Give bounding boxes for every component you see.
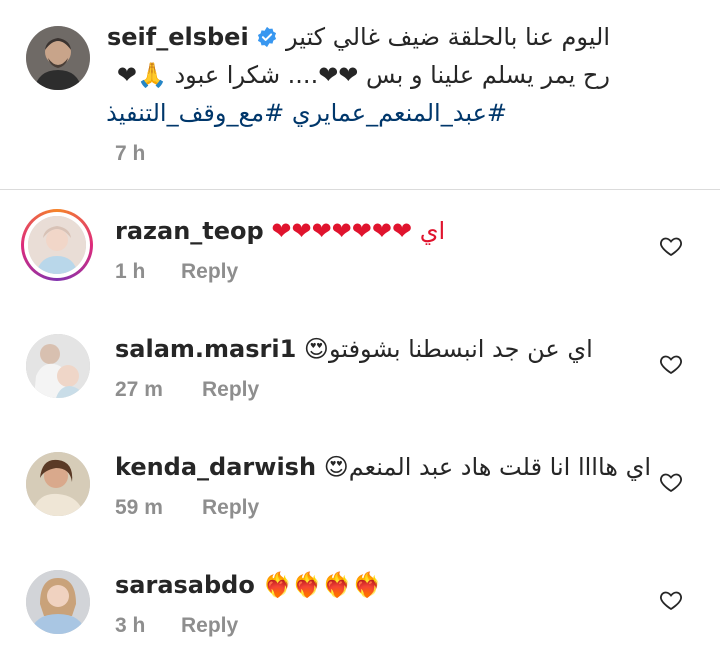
post-caption: seif_elsbei اليوم عنا بالحلقة ضيف غالي ك… [0,0,720,190]
post-username[interactable]: seif_elsbei [107,23,249,51]
avatar[interactable] [26,452,90,516]
reply-button[interactable]: Reply [181,260,238,284]
post-timestamp: 7 h [115,142,146,165]
avatar[interactable] [26,334,90,398]
avatar[interactable] [26,570,90,634]
caption-line-2: رح يمر يسلم علينا و بس ❤❤.... شكرا عبود … [116,61,610,89]
avatar [28,216,86,274]
comment-line: razan_teop اي ❤❤❤❤❤❤❤ [115,216,445,246]
comment-timestamp: 1 h [115,260,146,283]
story-ring[interactable] [21,209,93,281]
comment-username[interactable]: kenda_darwish [115,453,316,481]
comment-timestamp: 27 m [115,378,163,401]
comment-username[interactable]: sarasabdo [115,571,255,599]
caption-line-1: seif_elsbei اليوم عنا بالحلقة ضيف غالي ك… [107,22,610,52]
comment-text: اي هاااا انا قلت هاد عبد المنعم😍 [323,453,652,481]
reply-button[interactable]: Reply [202,378,259,402]
comment-username[interactable]: razan_teop [115,217,264,245]
heart-outline-icon[interactable] [659,352,683,376]
comment-line: salam.masri1 اي عن جد انبسطنا بشوفتو😍 [115,334,593,364]
heart-outline-icon[interactable] [659,470,683,494]
post-hashtags[interactable]: #عبد_المنعم_عمايري #مع_وقف_التنفيذ [106,98,507,128]
avatar-image [28,216,86,274]
verified-badge-icon [256,26,278,48]
heart-outline-icon[interactable] [659,588,683,612]
comment-line: sarasabdo ❤‍🔥❤‍🔥❤‍🔥❤‍🔥 [115,570,382,600]
avatar-image [26,570,90,634]
comment-timestamp: 3 h [115,614,146,637]
comment-text: اي عن جد انبسطنا بشوفتو😍 [303,335,593,363]
avatar-image [26,334,90,398]
heart-outline-icon[interactable] [659,234,683,258]
avatar[interactable] [26,26,90,90]
comment-timestamp: 59 m [115,496,163,519]
reply-button[interactable]: Reply [202,496,259,520]
comment-text: ❤‍🔥❤‍🔥❤‍🔥❤‍🔥 [262,571,383,599]
comment-line: kenda_darwish اي هاااا انا قلت هاد عبد ا… [115,452,651,482]
reply-button[interactable]: Reply [181,614,238,638]
comment-username[interactable]: salam.masri1 [115,335,296,363]
caption-text-1: اليوم عنا بالحلقة ضيف غالي كتير [285,23,610,51]
comment-text: اي ❤❤❤❤❤❤❤ [271,217,446,245]
divider [0,189,720,190]
avatar-image [26,26,90,90]
avatar-image [26,452,90,516]
